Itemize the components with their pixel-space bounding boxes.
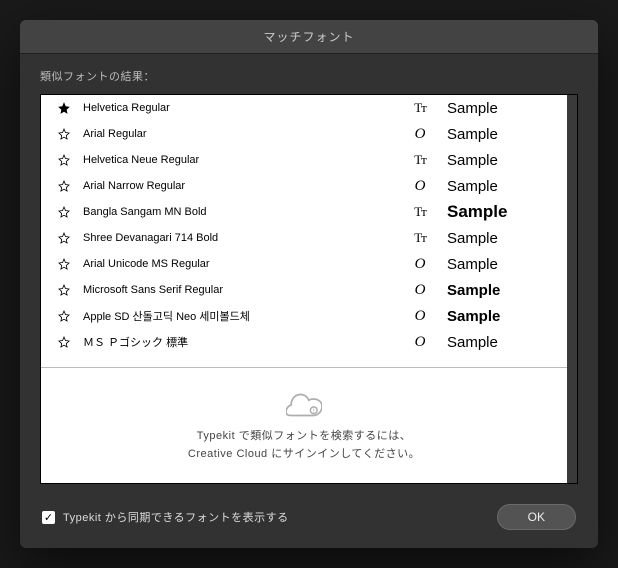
match-font-dialog: マッチフォント 類似フォントの結果： Helvetica RegularTᴛSa… (20, 20, 598, 548)
truetype-icon: Tᴛ (407, 230, 433, 246)
font-name: Apple SD 산돌고딕 Neo 세미볼드체 (83, 308, 407, 324)
typekit-line2: Creative Cloud にサインインしてください。 (41, 446, 567, 464)
font-name: Arial Regular (83, 128, 407, 140)
typekit-line1: Typekit で類似フォントを検索するには、 (41, 428, 567, 446)
footer-left: ✓ Typekit から同期できるフォントを表示する (42, 509, 289, 525)
show-typekit-checkbox[interactable]: ✓ (42, 511, 55, 524)
opentype-icon: O (407, 256, 433, 273)
opentype-icon: O (407, 282, 433, 299)
typekit-message: Typekit で類似フォントを検索するには、 Creative Cloud に… (41, 428, 567, 463)
font-name: Microsoft Sans Serif Regular (83, 284, 407, 296)
font-name: Helvetica Neue Regular (83, 154, 407, 166)
star-outline-icon[interactable] (55, 229, 73, 247)
font-sample: Sample (447, 334, 557, 351)
show-typekit-label: Typekit から同期できるフォントを表示する (63, 509, 289, 525)
ok-button[interactable]: OK (497, 504, 576, 530)
font-sample: Sample (447, 202, 557, 222)
results-list: Helvetica RegularTᴛSampleArial RegularOS… (41, 95, 567, 483)
window-titlebar[interactable]: マッチフォント (20, 20, 598, 54)
font-name: Shree Devanagari 714 Bold (83, 232, 407, 244)
scrollbar[interactable] (567, 95, 577, 483)
typekit-section: ! Typekit で類似フォントを検索するには、 Creative Cloud… (41, 380, 567, 483)
opentype-icon: O (407, 178, 433, 195)
star-filled-icon[interactable] (55, 99, 73, 117)
font-sample: Sample (447, 152, 557, 169)
font-sample: Sample (447, 282, 557, 299)
truetype-icon: Tᴛ (407, 152, 433, 168)
results-label: 類似フォントの結果： (40, 68, 578, 84)
font-row[interactable]: Helvetica RegularTᴛ Sample (41, 95, 567, 121)
font-row[interactable]: Apple SD 산돌고딕 Neo 세미볼드체O Sample (41, 303, 567, 329)
font-sample: Sample (447, 256, 557, 273)
font-sample: Sample (447, 100, 557, 117)
font-sample: Sample (447, 178, 557, 195)
font-row[interactable]: Arial Unicode MS RegularO Sample (41, 251, 567, 277)
font-row[interactable]: Bangla Sangam MN BoldTᴛ Sample (41, 199, 567, 225)
font-sample: Sample (447, 308, 557, 325)
font-row[interactable]: Helvetica Neue RegularTᴛ Sample (41, 147, 567, 173)
star-outline-icon[interactable] (55, 307, 73, 325)
results-panel: Helvetica RegularTᴛSampleArial RegularOS… (40, 94, 578, 484)
font-name: Helvetica Regular (83, 102, 407, 114)
font-name: Bangla Sangam MN Bold (83, 206, 407, 218)
star-outline-icon[interactable] (55, 281, 73, 299)
dialog-content: 類似フォントの結果： Helvetica RegularTᴛSampleAria… (20, 54, 598, 548)
font-name: Arial Unicode MS Regular (83, 258, 407, 270)
font-sample: Sample (447, 126, 557, 143)
creative-cloud-icon: ! (41, 392, 567, 418)
star-outline-icon[interactable] (55, 151, 73, 169)
star-outline-icon[interactable] (55, 125, 73, 143)
star-outline-icon[interactable] (55, 177, 73, 195)
font-row[interactable]: Shree Devanagari 714 BoldTᴛ Sample (41, 225, 567, 251)
font-name: ＭＳ Ｐゴシック 標準 (83, 334, 407, 350)
truetype-icon: Tᴛ (407, 204, 433, 220)
font-name: Arial Narrow Regular (83, 180, 407, 192)
font-row[interactable]: Microsoft Sans Serif RegularO Sample (41, 277, 567, 303)
window-title: マッチフォント (263, 30, 354, 44)
opentype-icon: O (407, 308, 433, 325)
truetype-icon: Tᴛ (407, 100, 433, 116)
opentype-icon: O (407, 126, 433, 143)
font-row[interactable]: Arial RegularO Sample (41, 121, 567, 147)
font-sample: Sample (447, 230, 557, 247)
star-outline-icon[interactable] (55, 255, 73, 273)
opentype-icon: O (407, 334, 433, 351)
divider (41, 367, 567, 368)
font-row[interactable]: Arial Narrow RegularO Sample (41, 173, 567, 199)
star-outline-icon[interactable] (55, 203, 73, 221)
dialog-footer: ✓ Typekit から同期できるフォントを表示する OK (40, 504, 578, 530)
svg-text:!: ! (313, 409, 315, 415)
font-row[interactable]: ＭＳ Ｐゴシック 標準O Sample (41, 329, 567, 355)
star-outline-icon[interactable] (55, 333, 73, 351)
